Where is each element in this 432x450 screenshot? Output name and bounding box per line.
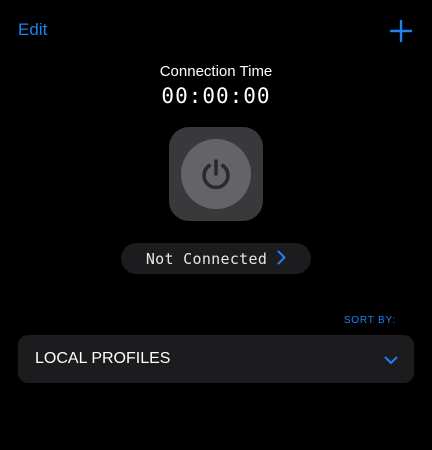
chevron-right-icon [277, 250, 286, 268]
plus-icon [388, 18, 414, 44]
connection-status-button[interactable]: Not Connected [121, 243, 311, 274]
sort-by-label: SORT BY: [343, 315, 396, 326]
profiles-sort-selected: LOCAL PROFILES [35, 350, 171, 367]
add-profile-button[interactable] [388, 18, 414, 44]
profiles-sort-dropdown[interactable]: LOCAL PROFILES [18, 335, 414, 383]
power-tile [169, 127, 263, 221]
chevron-down-icon [384, 353, 398, 368]
connection-time-label: Connection Time [159, 63, 273, 80]
edit-button[interactable]: Edit [18, 20, 47, 40]
connection-status-text: Not Connected [145, 249, 268, 268]
navigation-bar: Edit [0, 0, 432, 64]
power-button[interactable] [181, 139, 251, 209]
connection-time-value: 00:00:00 [161, 84, 271, 108]
